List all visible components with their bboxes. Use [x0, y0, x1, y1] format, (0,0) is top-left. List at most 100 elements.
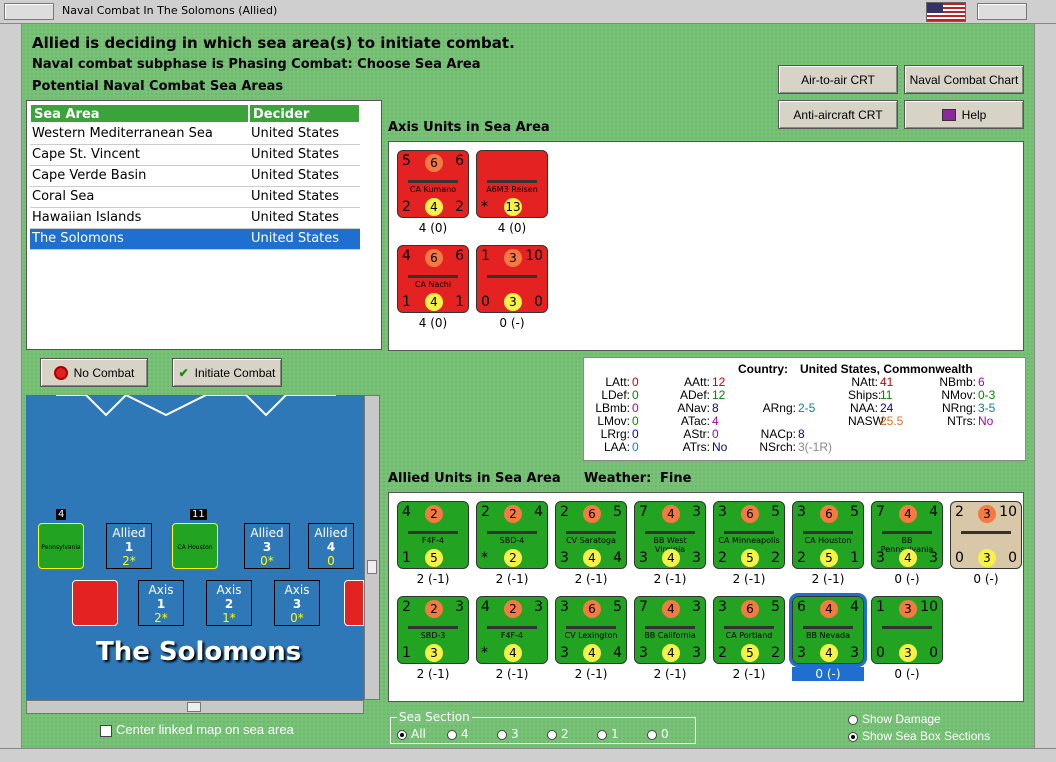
map-unit-name: Pennsylvania: [41, 544, 81, 551]
unit-stat-bottom: 5: [425, 549, 443, 567]
stat-key: NBmb:: [939, 375, 976, 389]
unit-counter[interactable]: 743BB West Virginia343: [634, 501, 706, 569]
table-row[interactable]: Cape St. Vincent United States: [30, 145, 360, 166]
unit-stat-bl: 1: [402, 550, 411, 566]
map-vertical-scrollbar[interactable]: [364, 395, 380, 700]
show-damage-radio[interactable]: [848, 714, 858, 725]
unit-counter[interactable]: 4 6 6 CA Nachi 1 4 1: [397, 245, 469, 313]
unit-counter[interactable]: 2 6 5 CV Saratoga 3 4 4: [555, 501, 627, 569]
table-row[interactable]: Western Mediterranean Sea United States: [30, 124, 360, 145]
sea-section-radio[interactable]: [497, 729, 507, 740]
sea-section-option[interactable]: 3: [497, 727, 547, 741]
unit-counter[interactable]: 1 3 10 0 3 0: [871, 596, 943, 664]
row-sea-area: Coral Sea: [30, 187, 249, 208]
sea-section-radio[interactable]: [597, 729, 607, 740]
allied-sea-box[interactable]: Allied 1 2*: [106, 523, 152, 569]
stat-value: 41: [880, 375, 894, 389]
unit-stat-top: 3: [899, 600, 917, 618]
initiate-combat-button[interactable]: ✔ Initiate Combat: [172, 358, 282, 387]
naval-combat-chart-button[interactable]: Naval Combat Chart: [904, 65, 1024, 94]
unit-counter[interactable]: 744BB Pennsylvania343: [871, 501, 943, 569]
unit-counter[interactable]: 6 4 4 BB Nevada 3 4 3: [789, 593, 867, 667]
unit-counter[interactable]: 3 6 5 CA Houston 2 5 1: [792, 501, 864, 569]
sea-section-option[interactable]: 1: [597, 727, 647, 741]
unit-counter[interactable]: 2 2 4 SBD-4 * 2: [476, 501, 548, 569]
sea-box-count: 2*: [154, 611, 168, 625]
air-to-air-crt-button[interactable]: Air-to-air CRT: [778, 65, 898, 94]
axis-sea-box[interactable]: Axis 3 0*: [274, 580, 320, 626]
sea-section-radio[interactable]: [647, 729, 657, 740]
subphase-text: Naval combat subphase is Phasing Combat:…: [32, 57, 481, 72]
unit-stat-bottom: 4: [425, 293, 443, 311]
no-combat-button[interactable]: No Combat: [40, 358, 148, 387]
right-frame: [1034, 24, 1056, 762]
table-row[interactable]: Coral Sea United States: [30, 187, 360, 208]
sea-section-option[interactable]: 4: [447, 727, 497, 741]
map-horizontal-scrollbar[interactable]: [26, 700, 364, 714]
unit-stat-bl: 0: [481, 294, 490, 310]
sea-section-option[interactable]: All: [397, 727, 447, 741]
sea-section-radio[interactable]: [397, 729, 407, 740]
allied-sea-box[interactable]: Allied 3 0*: [244, 523, 290, 569]
col-header-decider[interactable]: Decider: [249, 104, 360, 123]
unit-counter[interactable]: 4 2 3 F4F-4 * 4: [476, 596, 548, 664]
stat-value: No: [978, 414, 994, 428]
sea-section-option[interactable]: 0: [647, 727, 697, 741]
system-menu-button[interactable]: [4, 3, 54, 20]
unit-stat-tr: 4: [929, 504, 938, 520]
allied-sea-box[interactable]: Allied 4 0: [308, 523, 354, 569]
sea-section-radio[interactable]: [547, 729, 557, 740]
stat-key: AStr:: [683, 427, 710, 441]
unit-counter[interactable]: A6M3 Reisen * 13: [476, 150, 548, 218]
unit-silhouette-icon: [803, 526, 853, 534]
map-axis-counter[interactable]: [72, 580, 118, 626]
minimize-button[interactable]: [977, 3, 1027, 20]
map-vscroll-thumb[interactable]: [367, 560, 377, 574]
anti-aircraft-crt-button[interactable]: Anti-aircraft CRT: [778, 100, 898, 129]
axis-sea-box[interactable]: Axis 1 2*: [138, 580, 184, 626]
unit-counter[interactable]: 2 2 3 SBD-3 1 3: [397, 596, 469, 664]
unit-counter[interactable]: 1 3 10 0 3 0: [476, 245, 548, 313]
map-hscroll-thumb[interactable]: [187, 702, 201, 712]
unit-counter[interactable]: 5 6 6 CA Kumano 2 4 2: [397, 150, 469, 218]
map-axis-counter-partial[interactable]: [344, 580, 364, 626]
map-unit-counter[interactable]: Pennsylvania: [38, 523, 84, 569]
stat-value: 8: [712, 401, 719, 415]
unit-counter[interactable]: 3 6 5 CV Lexington 3 4 4: [555, 596, 627, 664]
col-header-sea-area[interactable]: Sea Area: [30, 104, 249, 123]
unit-name: CA Nachi: [414, 280, 452, 289]
center-map-option[interactable]: Center linked map on sea area: [100, 722, 294, 737]
center-map-checkbox[interactable]: [100, 724, 112, 737]
axis-sea-box[interactable]: Axis 2 1*: [206, 580, 252, 626]
show-sections-option[interactable]: Show Sea Box Sections: [848, 729, 990, 743]
sea-section-radio[interactable]: [447, 729, 457, 740]
unit-name: CA Houston: [804, 536, 852, 545]
show-damage-option[interactable]: Show Damage: [848, 712, 941, 726]
show-sections-radio[interactable]: [848, 731, 858, 742]
unit-counter[interactable]: 7 4 3 BB California 3 4 3: [634, 596, 706, 664]
stat-value: 8: [798, 427, 805, 441]
help-button[interactable]: Help: [904, 100, 1024, 129]
sea-section-option[interactable]: 2: [547, 727, 597, 741]
unit-stat-bl: 0: [955, 550, 964, 566]
unit-counter[interactable]: 2 3 10 0 3 0: [950, 501, 1022, 569]
unit-caption: 2 (-1): [495, 572, 529, 586]
map-unit-counter[interactable]: CA Houston: [172, 523, 218, 569]
table-row[interactable]: Cape Verde Basin United States: [30, 166, 360, 187]
table-row[interactable]: The Solomons United States: [30, 229, 360, 250]
unit-counter[interactable]: 3 6 5 CA Minneapolis 2 5 2: [713, 501, 785, 569]
stat-key: ARng:: [762, 401, 796, 415]
unit-name: BB Nevada: [805, 631, 851, 640]
unit-stats-panel: Country: United States, Commonwealth LAt…: [583, 357, 1026, 461]
unit-stat-br: 2: [771, 645, 780, 661]
axis-units-label: Axis Units in Sea Area: [388, 120, 550, 135]
unit-counter[interactable]: 3 6 5 CA Portland 2 5 2: [713, 596, 785, 664]
unit-stat-bottom: 3: [504, 293, 522, 311]
window-title: Naval Combat In The Solomons (Allied): [62, 4, 278, 17]
sea-box-map[interactable]: The Solomons Allied 1 2* Allied 3 0* Allied 4 0 A…: [26, 395, 364, 700]
stat-key: LRrg:: [600, 427, 630, 441]
unit-counter[interactable]: 4 2 F4F-4 1 5: [397, 501, 469, 569]
unit-stat-tr: 10: [525, 248, 543, 264]
table-row[interactable]: Hawaiian Islands United States: [30, 208, 360, 229]
sea-box-side: Allied: [112, 526, 146, 540]
